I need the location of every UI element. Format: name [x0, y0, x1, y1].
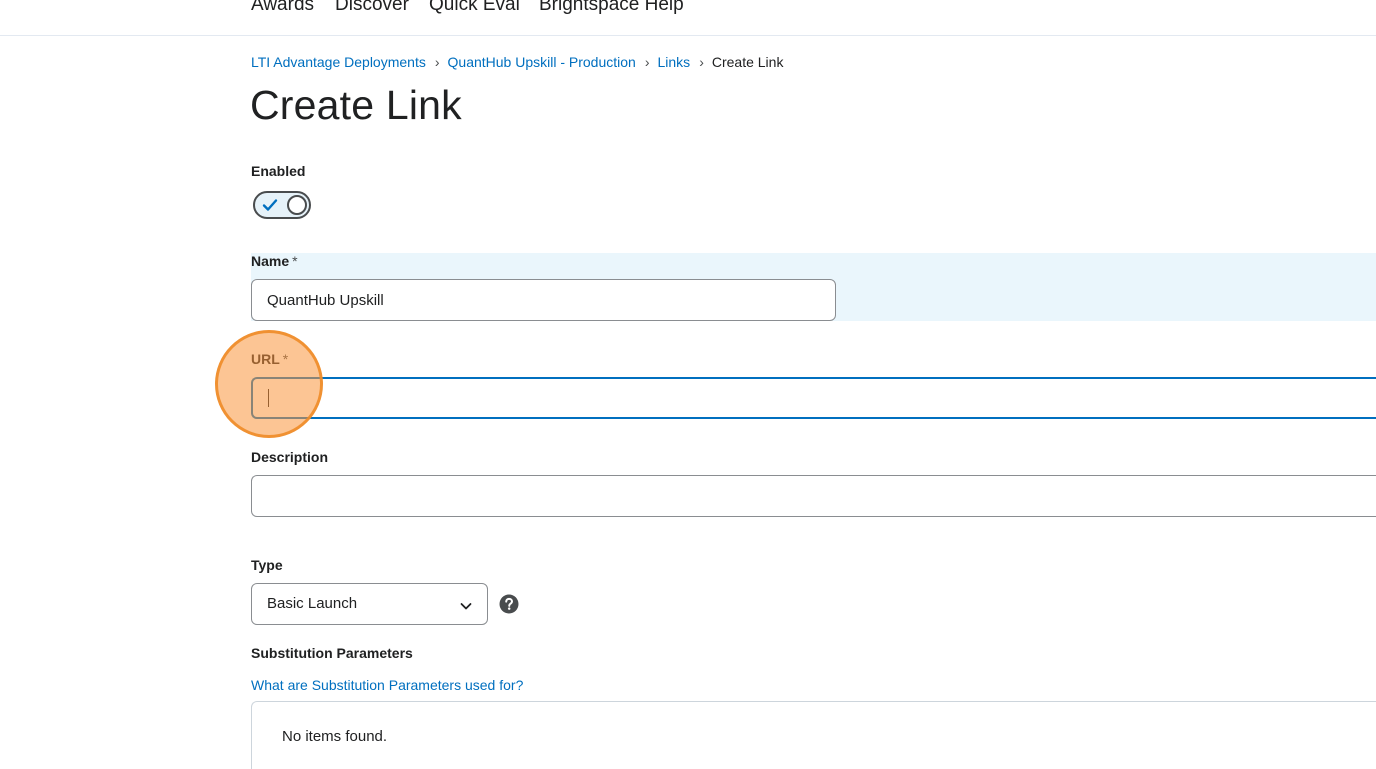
url-label-text: URL [251, 351, 280, 367]
type-select[interactable]: Basic Launch [251, 583, 488, 625]
url-input[interactable] [251, 377, 1376, 419]
description-input[interactable] [251, 475, 1376, 517]
substitution-parameters-table: No items found. [251, 701, 1376, 769]
breadcrumb-separator: › [434, 54, 440, 70]
breadcrumb-separator: › [699, 54, 704, 70]
url-label: URL * [251, 351, 288, 367]
text-caret [268, 389, 269, 407]
empty-state-text: No items found. [282, 728, 388, 745]
page-title: Create Link [250, 82, 462, 128]
question-circle-icon[interactable] [499, 594, 519, 614]
nav-item-brightspace-help[interactable]: Brightspace Help [539, 0, 684, 16]
type-label: Type [251, 557, 283, 573]
breadcrumb-separator: › [644, 54, 650, 70]
name-label: Name * [251, 253, 298, 269]
nav-item-awards[interactable]: Awards [251, 0, 314, 16]
substitution-parameters-label: Substitution Parameters [251, 645, 413, 661]
description-label: Description [251, 449, 329, 465]
breadcrumb-links[interactable]: Links [658, 54, 691, 70]
breadcrumb-lti-deployments[interactable]: LTI Advantage Deployments [251, 54, 426, 70]
top-navigation: Awards Discover Quick Eval Brightspace H… [0, 0, 1376, 36]
nav-item-quick-eval[interactable]: Quick Eval [429, 0, 520, 16]
required-marker: * [292, 253, 298, 269]
breadcrumb: LTI Advantage Deployments › QuantHub Upski… [251, 54, 783, 70]
breadcrumb-current: Create Link [711, 54, 784, 70]
toggle-knob [287, 195, 307, 215]
create-link-page: Awards Discover Quick Eval Brightspace H… [0, 0, 1376, 769]
enabled-label: Enabled [251, 163, 306, 179]
name-label-text: Name [251, 253, 290, 269]
type-select-value: Basic Launch [267, 595, 358, 612]
required-marker: * [282, 351, 289, 367]
breadcrumb-quanthub-production[interactable]: QuantHub Upskill - Production [448, 54, 636, 70]
enabled-toggle[interactable] [253, 191, 311, 219]
checkmark-icon [262, 199, 278, 211]
nav-item-discover[interactable]: Discover [335, 0, 409, 16]
chevron-down-icon [460, 603, 472, 610]
name-input[interactable] [251, 279, 836, 321]
substitution-parameters-help-link[interactable]: What are Substitution Parameters used fo… [251, 677, 523, 693]
